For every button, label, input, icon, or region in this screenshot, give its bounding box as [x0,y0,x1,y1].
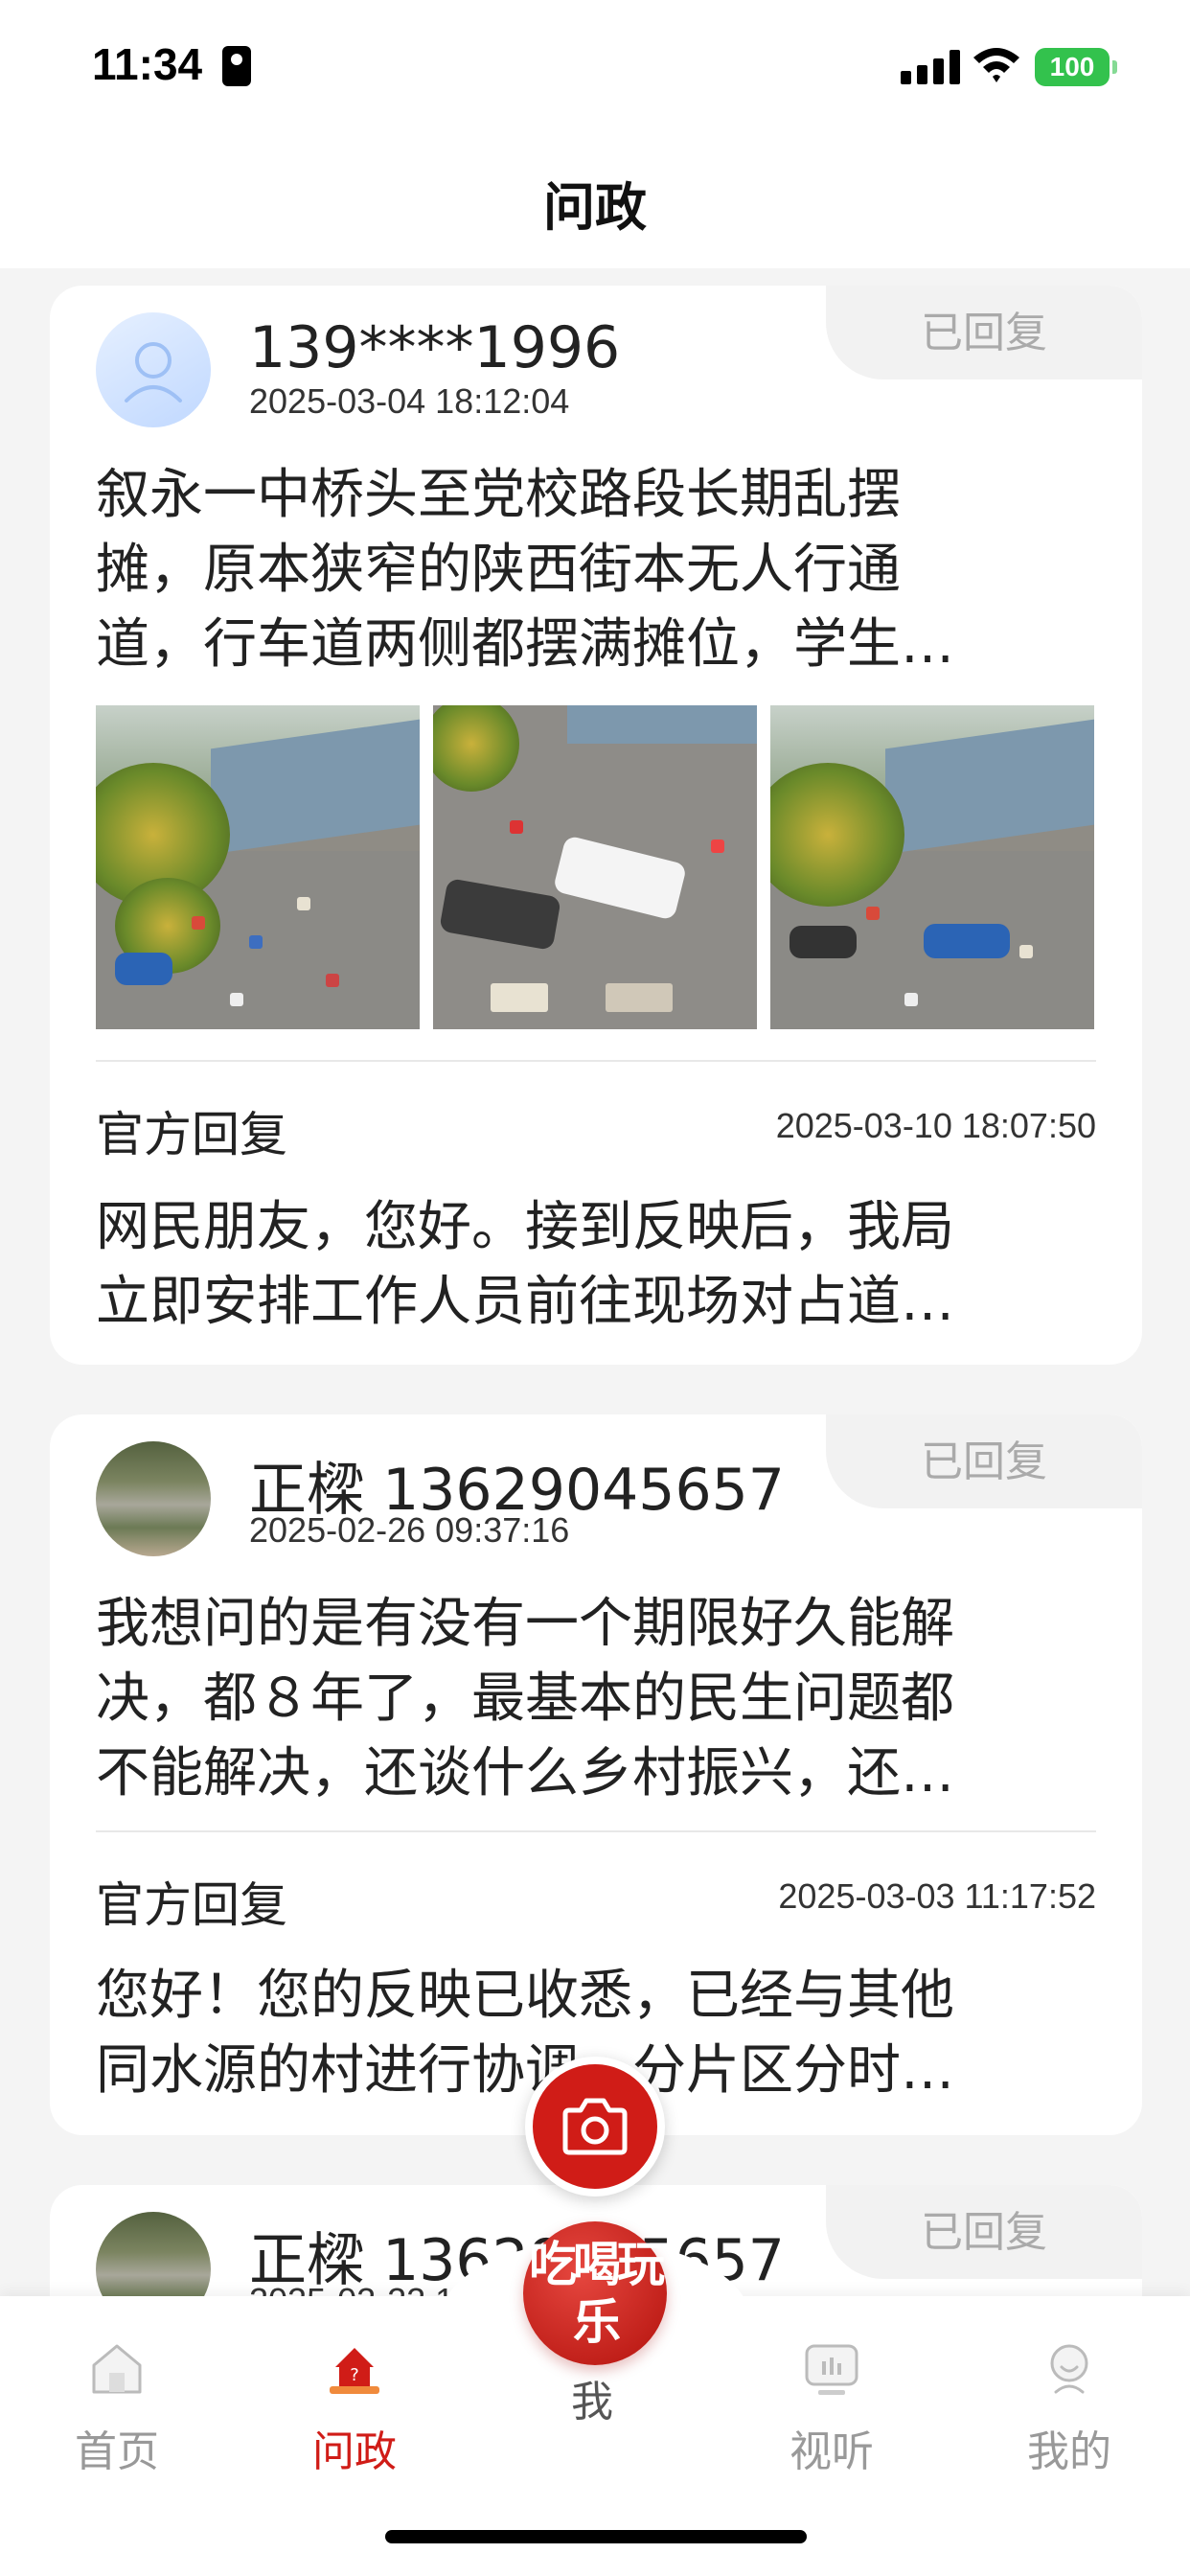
page-title: 问政 [543,177,647,238]
post-image[interactable] [770,705,1094,1029]
post-time: 2025-02-26 09:37:16 [249,1510,570,1550]
tv-icon [805,2344,858,2395]
post-username: 139****1996 [249,314,621,381]
wifi-icon [973,48,1019,82]
tab-label: 问政 [312,2427,397,2476]
post-content[interactable]: 叙永一中桥头至党校路段长期乱摆 摊，原本狭窄的陕西街本无人行通 道，行车道两侧都… [96,458,1096,688]
camera-button[interactable] [525,2057,665,2196]
home-indicator [385,2530,807,2543]
center-logo-text: 吃喝玩乐 [529,2237,665,2350]
post-time: 2025-03-04 18:12:04 [249,381,570,421]
post-card[interactable]: 已回复 139****1996 2025-03-04 18:12:04 叙永一中… [50,286,1142,1365]
official-reply-label: 官方回复 [96,1107,287,1162]
tab-label: 我的 [1027,2427,1111,2476]
id-card-icon [222,46,251,86]
status-time: 11:34 [92,39,203,89]
tab-label: 视听 [790,2427,874,2476]
reply-content[interactable]: 网民朋友，您好。接到反映后，我局 立即安排工作人员前往现场对占道… [96,1190,1096,1344]
post-image[interactable] [433,705,757,1029]
camera-icon [562,2098,628,2155]
post-content[interactable]: 我想问的是有没有一个期限好久能解 决，都８年了，最基本的民生问题都 不能解决，还… [96,1587,1096,1817]
battery-indicator: 100 [1035,48,1117,86]
default-user-icon [125,342,182,402]
tab-label: 首页 [75,2427,159,2476]
official-reply-label: 官方回复 [96,1877,287,1933]
reply-time: 2025-03-10 18:07:50 [775,1106,1096,1145]
tab-label: 我 [571,2378,613,2426]
divider [96,1060,1096,1062]
reply-status-badge: 已回复 [826,2185,1142,2279]
tab-home[interactable]: 首页 [40,2338,194,2478]
ask-gov-icon: ? [330,2348,379,2394]
avatar[interactable] [96,1441,211,1556]
post-card[interactable]: 已回复 正樑 13629045657 2025-02-26 09:37:16 我… [50,1414,1142,2135]
cellular-signal-icon [901,50,960,84]
reply-status-badge: 已回复 [826,286,1142,380]
tab-profile[interactable]: 我的 [993,2338,1146,2478]
reply-status-badge: 已回复 [826,1414,1142,1508]
center-logo-button[interactable]: 吃喝玩乐 [523,2221,667,2365]
svg-text:?: ? [350,2365,359,2385]
tab-ask-gov[interactable]: ? 问政 [278,2338,431,2478]
home-icon [92,2344,142,2394]
avatar[interactable] [96,312,211,427]
reply-time: 2025-03-03 11:17:52 [778,1876,1096,1916]
post-image[interactable] [96,705,420,1029]
profile-icon [1050,2344,1088,2394]
tab-video[interactable]: 视听 [755,2338,908,2478]
divider [96,1830,1096,1832]
